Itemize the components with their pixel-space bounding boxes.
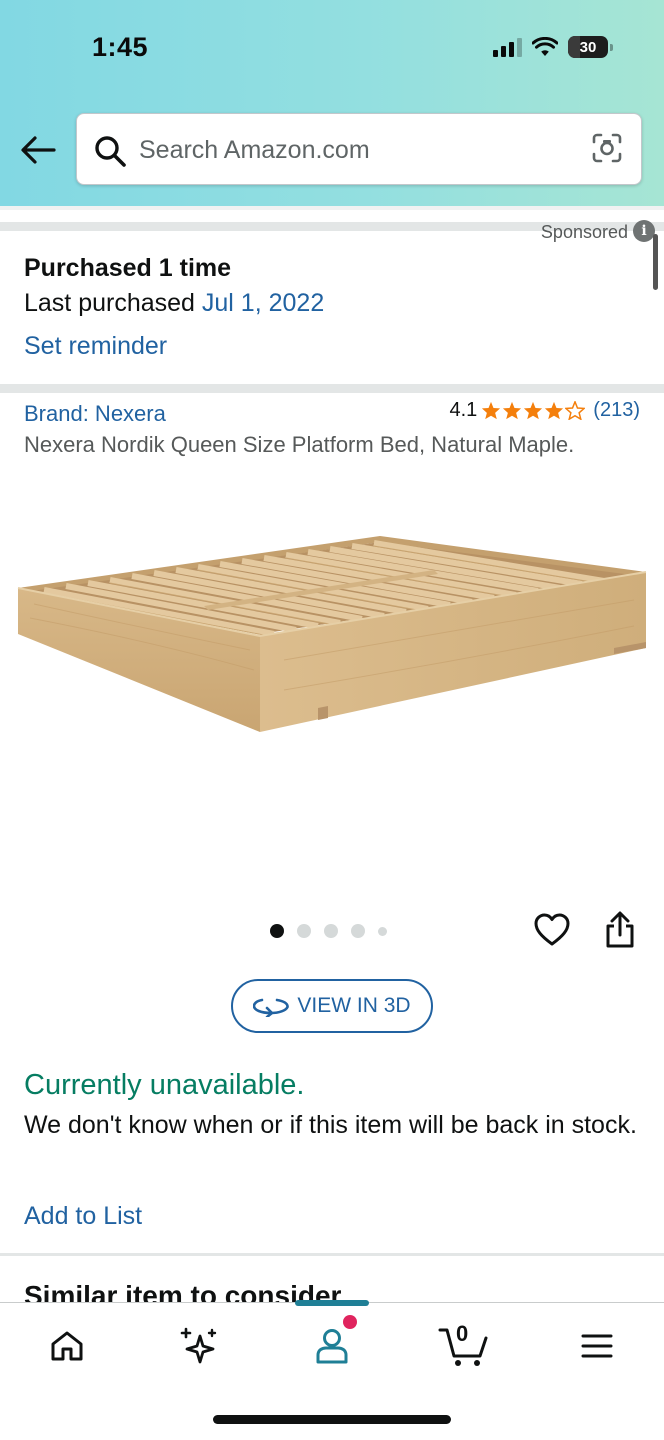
heart-icon[interactable] bbox=[533, 912, 571, 948]
cart-count: 0 bbox=[456, 1321, 469, 1346]
image-pagination[interactable] bbox=[270, 924, 387, 938]
rating-summary[interactable]: 4.1 (213) bbox=[449, 399, 640, 422]
section-divider bbox=[0, 1253, 664, 1256]
product-title: Nexera Nordik Queen Size Platform Bed, N… bbox=[24, 432, 575, 457]
nav-rufus[interactable] bbox=[168, 1321, 228, 1371]
home-indicator[interactable] bbox=[213, 1415, 451, 1424]
pagination-dot[interactable] bbox=[297, 924, 311, 938]
brand-link[interactable]: Brand: Nexera bbox=[24, 401, 166, 427]
view-in-3d-button[interactable]: VIEW IN 3D bbox=[231, 979, 433, 1033]
availability-message: We don't know when or if this item will … bbox=[24, 1111, 637, 1139]
last-purchased-label: Last purchased bbox=[24, 289, 195, 317]
pagination-dot[interactable] bbox=[351, 924, 365, 938]
nav-home[interactable] bbox=[37, 1321, 97, 1371]
pagination-dot[interactable] bbox=[270, 924, 284, 938]
search-icon bbox=[95, 136, 126, 167]
info-icon[interactable]: i bbox=[633, 220, 655, 242]
battery-icon: 30 bbox=[568, 36, 613, 58]
active-tab-indicator bbox=[295, 1300, 369, 1306]
similar-items-heading: Similar item to consider bbox=[24, 1280, 342, 1302]
menu-icon bbox=[581, 1334, 613, 1358]
app-header: 1:45 30 Search Amazon.com bbox=[0, 0, 664, 206]
scrollbar[interactable] bbox=[653, 234, 658, 290]
home-icon bbox=[51, 1331, 83, 1361]
rotate-3d-icon bbox=[253, 998, 290, 1017]
signal-icon bbox=[493, 37, 522, 57]
share-icon[interactable] bbox=[603, 910, 637, 950]
section-divider bbox=[0, 384, 664, 393]
person-icon bbox=[316, 1329, 348, 1364]
add-to-list-link[interactable]: Add to List bbox=[24, 1202, 142, 1231]
set-reminder-link[interactable]: Set reminder bbox=[24, 332, 167, 361]
nav-cart[interactable]: 0 bbox=[432, 1321, 496, 1371]
header-divider bbox=[0, 206, 664, 210]
nav-account[interactable] bbox=[302, 1321, 362, 1371]
star-rating-icon bbox=[481, 401, 586, 420]
pagination-dot[interactable] bbox=[378, 926, 387, 936]
purchased-count: Purchased 1 time bbox=[24, 254, 232, 282]
last-purchased-date-link[interactable]: Jul 1, 2022 bbox=[202, 289, 324, 317]
back-arrow-icon[interactable] bbox=[18, 132, 58, 168]
wifi-icon bbox=[532, 37, 558, 56]
rating-value: 4.1 bbox=[449, 399, 478, 421]
sparkle-icon bbox=[180, 1327, 217, 1364]
status-icons: 30 bbox=[493, 36, 613, 58]
nav-menu[interactable] bbox=[567, 1321, 627, 1371]
pagination-dot[interactable] bbox=[324, 924, 338, 938]
battery-level: 30 bbox=[579, 38, 597, 56]
camera-scan-icon[interactable] bbox=[591, 132, 623, 164]
search-placeholder: Search Amazon.com bbox=[139, 136, 370, 164]
last-purchased: Last purchased Jul 1, 2022 bbox=[24, 289, 324, 318]
status-time: 1:45 bbox=[92, 32, 149, 62]
sponsored-label: Sponsored bbox=[540, 222, 628, 242]
availability-status: Currently unavailable. bbox=[24, 1069, 305, 1101]
search-input[interactable]: Search Amazon.com bbox=[76, 113, 642, 185]
view-in-3d-label: VIEW IN 3D bbox=[297, 994, 411, 1017]
platform-bed-image[interactable] bbox=[14, 530, 650, 740]
rating-count-link[interactable]: (213) bbox=[593, 399, 640, 422]
